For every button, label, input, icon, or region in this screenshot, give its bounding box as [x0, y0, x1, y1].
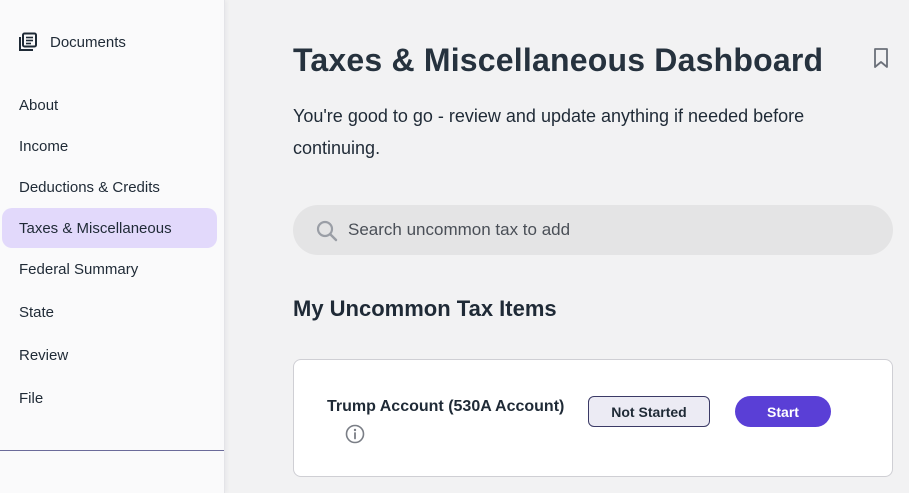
sidebar-item-review[interactable]: Review: [2, 335, 217, 375]
tax-item-name: Trump Account (530A Account): [327, 398, 565, 415]
bookmark-icon[interactable]: [872, 47, 890, 69]
sidebar-divider: [0, 450, 224, 451]
section-title: My Uncommon Tax Items: [293, 296, 557, 321]
search-bar: [293, 205, 893, 255]
search-input[interactable]: [348, 205, 868, 255]
sidebar-item-state[interactable]: State: [2, 292, 217, 332]
info-icon[interactable]: [345, 424, 365, 444]
sidebar-item-income[interactable]: Income: [2, 126, 217, 166]
documents-icon: [18, 32, 38, 52]
sidebar-item-about[interactable]: About: [2, 85, 217, 125]
search-icon: [316, 220, 338, 242]
start-button[interactable]: Start: [735, 396, 831, 427]
sidebar: Documents About Income Deductions & Cred…: [0, 0, 225, 493]
tax-item-card: Trump Account (530A Account) Not Started…: [293, 359, 893, 477]
status-badge: Not Started: [588, 396, 710, 427]
page-subtitle: You're good to go - review and update an…: [293, 106, 805, 158]
sidebar-item-federal-summary[interactable]: Federal Summary: [2, 249, 217, 289]
documents-link[interactable]: Documents: [18, 30, 126, 54]
sidebar-item-file[interactable]: File: [2, 378, 217, 418]
documents-label: Documents: [50, 33, 126, 51]
sidebar-item-deductions-credits[interactable]: Deductions & Credits: [2, 167, 217, 207]
sidebar-item-taxes-miscellaneous[interactable]: Taxes & Miscellaneous: [2, 208, 217, 248]
page-title: Taxes & Miscellaneous Dashboard: [293, 42, 824, 78]
